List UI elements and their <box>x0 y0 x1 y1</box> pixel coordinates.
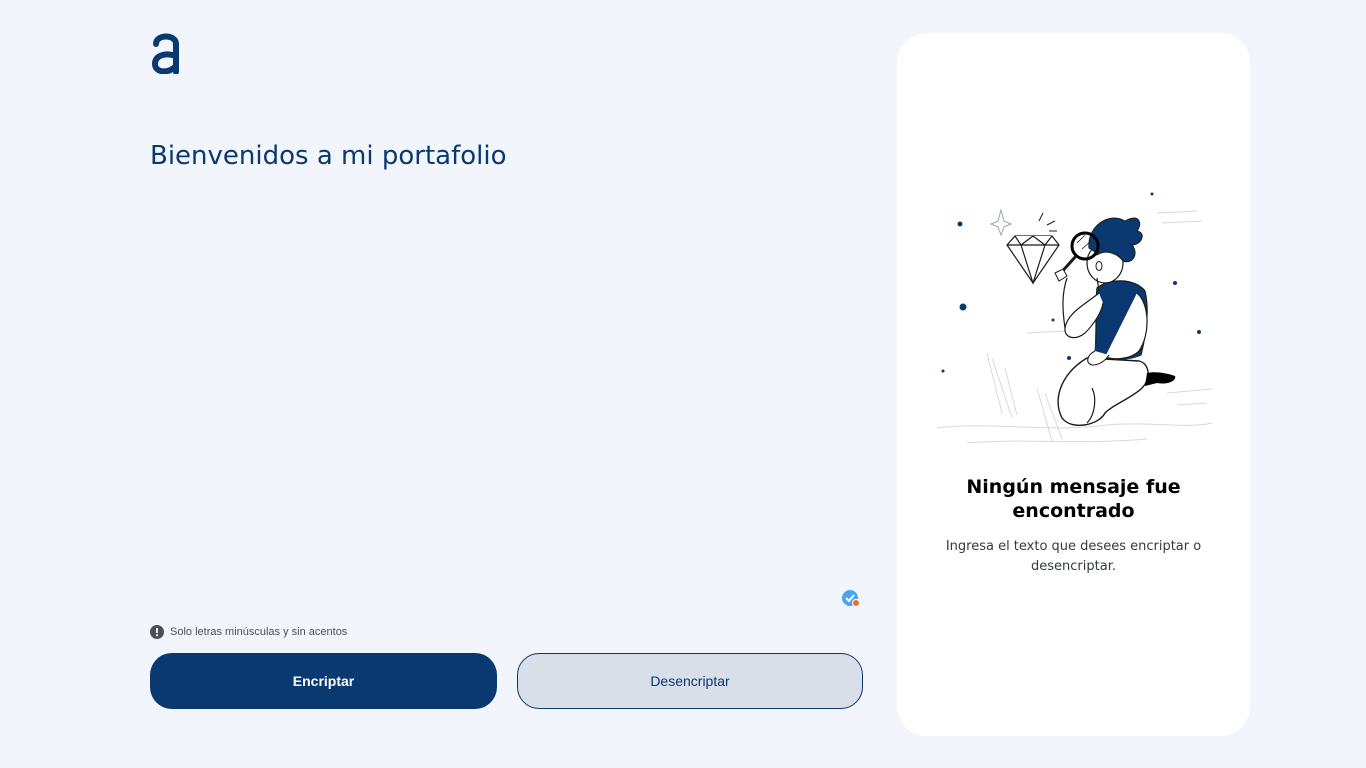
input-hint: Solo letras minúsculas y sin acentos <box>150 625 347 639</box>
decrypt-button[interactable]: Desencriptar <box>517 653 863 709</box>
exclamation-circle-icon <box>150 625 164 639</box>
encrypt-button[interactable]: Encriptar <box>150 653 497 709</box>
app-page: Bienvenidos a mi portafolio Solo letras … <box>0 0 1366 768</box>
alura-logo-icon[interactable] <box>152 32 180 74</box>
output-panel: Ningún mensaje fue encontrado Ingresa el… <box>897 33 1250 736</box>
person-magnifying-glass-illustration <box>936 192 1213 444</box>
message-input[interactable]: Bienvenidos a mi portafolio <box>150 140 862 580</box>
hint-text: Solo letras minúsculas y sin acentos <box>170 626 348 638</box>
empty-state-description: Ingresa el texto que desees encriptar o … <box>945 539 1202 574</box>
check-badge-icon[interactable] <box>841 589 861 609</box>
empty-state-title: Ningún mensaje fue encontrado <box>966 476 1181 522</box>
